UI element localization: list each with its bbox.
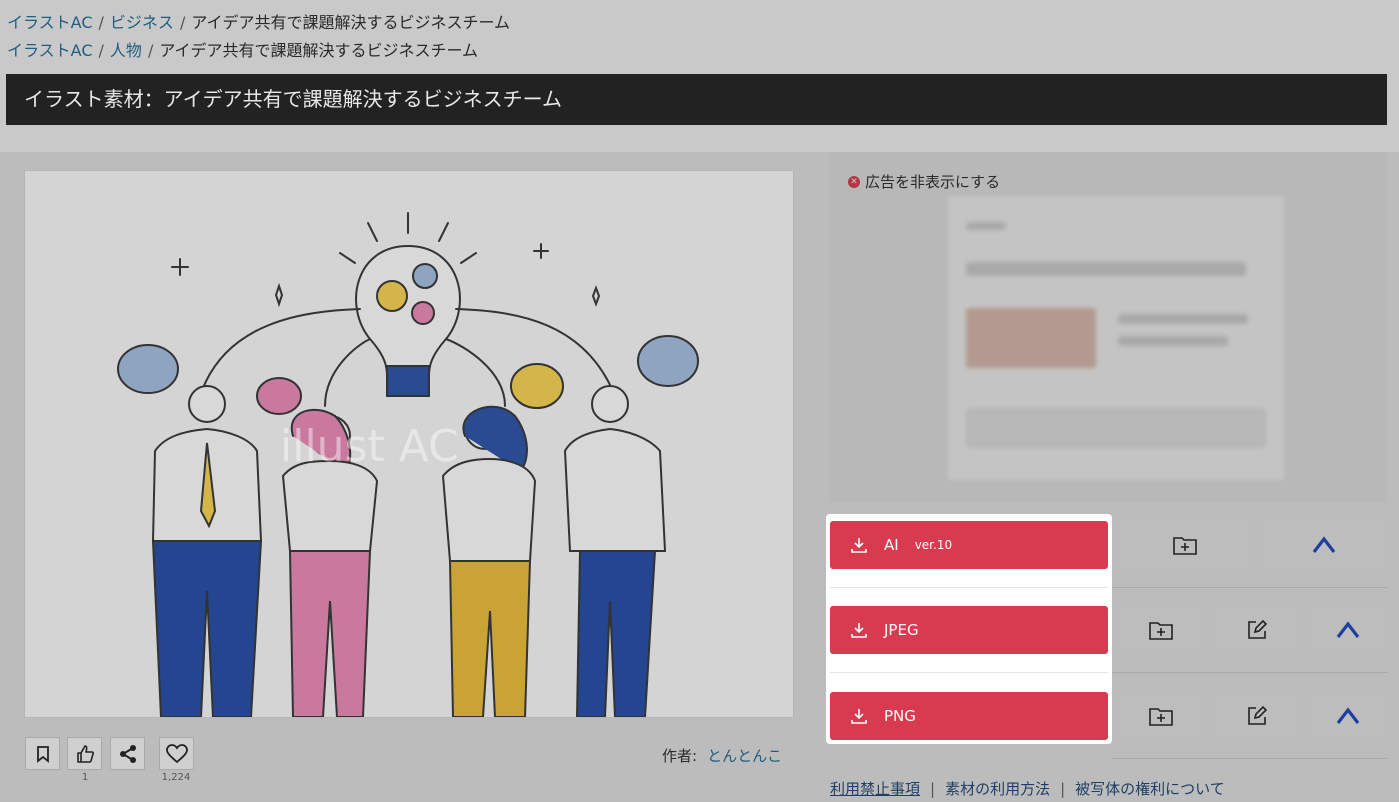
- illustration-graphic: illust AC: [117, 212, 699, 717]
- thumbs-up-icon: [76, 744, 94, 763]
- footer-link-prohibited[interactable]: 利用禁止事項: [830, 780, 920, 798]
- divider: [1112, 672, 1387, 673]
- add-to-folder-button[interactable]: [1117, 606, 1205, 654]
- divider: [830, 672, 1108, 673]
- download-format: AI: [884, 536, 899, 554]
- collapse-button[interactable]: [1261, 521, 1387, 569]
- breadcrumb-link-people[interactable]: 人物: [110, 41, 142, 60]
- hide-ads-label: 広告を非表示にする: [865, 173, 1001, 191]
- breadcrumb-current: アイデア共有で課題解決するビジネスチーム: [191, 13, 511, 32]
- author-info: 作者: とんとんこ: [662, 745, 782, 766]
- download-ai-button[interactable]: AI ver.10: [830, 521, 1108, 569]
- breadcrumb-link-home[interactable]: イラストAC: [7, 13, 93, 32]
- folder-plus-icon: [1149, 622, 1173, 640]
- footer-link-usage[interactable]: 素材の利用方法: [945, 780, 1050, 798]
- like-button[interactable]: [67, 737, 102, 770]
- folder-plus-icon: [1172, 537, 1197, 555]
- folder-plus-icon: [1149, 708, 1173, 726]
- breadcrumb-link-business[interactable]: ビジネス: [110, 13, 174, 32]
- ad-placeholder: [948, 196, 1284, 480]
- breadcrumb: イラストAC / 人物 / アイデア共有で課題解決するビジネスチーム: [7, 41, 479, 60]
- edit-button[interactable]: [1214, 606, 1299, 654]
- download-icon: [851, 623, 867, 638]
- like-count: 1: [81, 772, 89, 783]
- favorite-count: 1,224: [161, 772, 191, 783]
- divider: [830, 587, 1108, 588]
- page-title: イラスト素材：アイデア共有で課題解決するビジネスチーム: [6, 74, 1387, 125]
- favorite-button[interactable]: [159, 737, 194, 770]
- add-to-folder-button[interactable]: [1117, 521, 1252, 569]
- divider: [1112, 587, 1387, 588]
- download-format: JPEG: [884, 621, 919, 639]
- breadcrumb-current: アイデア共有で課題解決するビジネスチーム: [159, 41, 479, 60]
- breadcrumb: イラストAC / ビジネス / アイデア共有で課題解決するビジネスチーム: [7, 13, 511, 32]
- download-jpeg-button[interactable]: JPEG: [830, 606, 1108, 654]
- share-button[interactable]: [110, 737, 145, 770]
- hide-ads-button[interactable]: ✕ 広告を非表示にする: [848, 171, 1000, 192]
- footer-link-subject-rights[interactable]: 被写体の権利について: [1075, 780, 1225, 798]
- bookmark-button[interactable]: [25, 737, 60, 770]
- edit-button[interactable]: [1214, 692, 1299, 740]
- download-format: PNG: [884, 707, 916, 725]
- author-link[interactable]: とんとんこ: [707, 747, 782, 765]
- illustration-preview[interactable]: illust AC: [24, 170, 794, 718]
- download-version: ver.10: [914, 538, 953, 552]
- chevron-up-icon: [1336, 621, 1359, 638]
- download-icon: [851, 538, 867, 553]
- download-png-button[interactable]: PNG: [830, 692, 1108, 740]
- edit-icon: [1247, 619, 1267, 639]
- chevron-up-icon: [1336, 707, 1359, 724]
- footer-links: 利用禁止事項 | 素材の利用方法 | 被写体の権利について: [830, 780, 1225, 798]
- divider: [1112, 758, 1387, 759]
- chevron-up-icon: [1312, 536, 1336, 553]
- watermark: illust AC: [280, 421, 459, 472]
- bookmark-icon: [36, 745, 49, 763]
- download-icon: [851, 709, 867, 724]
- close-icon: ✕: [848, 175, 860, 188]
- heart-icon: [165, 743, 188, 763]
- author-label: 作者:: [662, 747, 698, 765]
- share-icon: [119, 744, 136, 763]
- breadcrumb-link-home[interactable]: イラストAC: [7, 41, 93, 60]
- collapse-button[interactable]: [1308, 606, 1387, 654]
- edit-icon: [1247, 705, 1267, 725]
- collapse-button[interactable]: [1308, 692, 1387, 740]
- add-to-folder-button[interactable]: [1117, 692, 1205, 740]
